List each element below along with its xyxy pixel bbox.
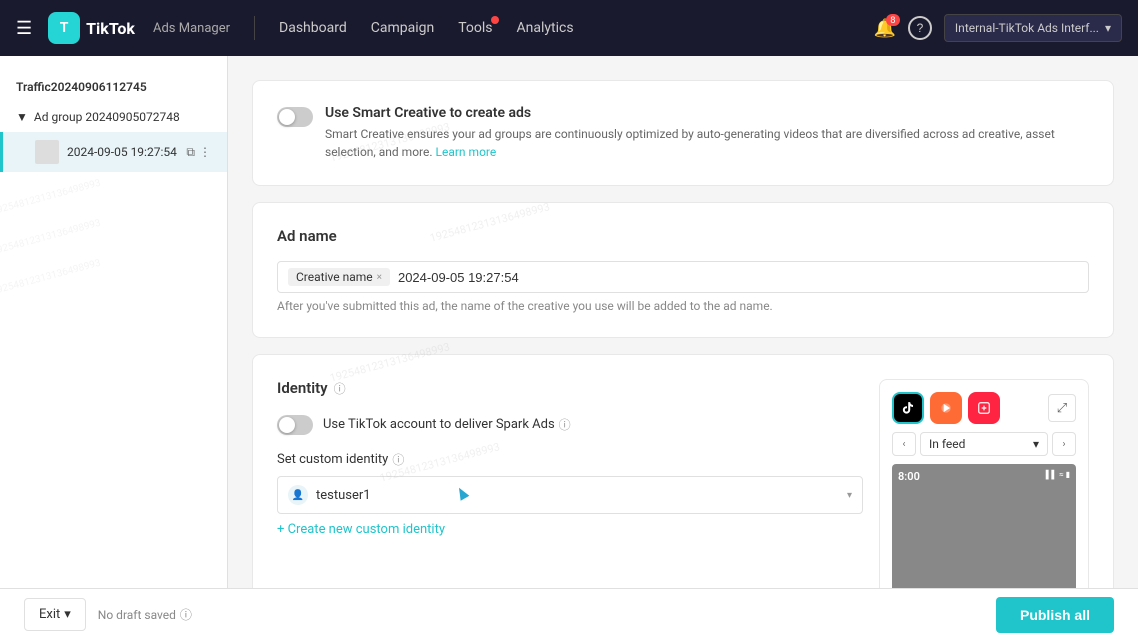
spark-ads-label: Use TikTok account to deliver Spark Ads … bbox=[323, 416, 571, 433]
account-label: Internal-TikTok Ads Interf... bbox=[955, 21, 1099, 35]
identity-info-icon[interactable]: ⓘ bbox=[334, 380, 346, 397]
collapse-icon: ▼ bbox=[16, 110, 28, 124]
preview-controls: ‹ In feed ▾ › bbox=[892, 432, 1076, 456]
preview-pangle-icon[interactable] bbox=[930, 392, 962, 424]
tiktok-logo-icon: T bbox=[48, 12, 80, 44]
battery-icon: ▮ bbox=[1066, 470, 1070, 479]
cursor-area bbox=[277, 537, 863, 557]
ad-label: 2024-09-05 19:27:54 bbox=[67, 145, 186, 159]
main-content: 19254812313136498993 1925481231313649899… bbox=[228, 56, 1138, 640]
app-subtitle: Ads Manager bbox=[153, 21, 230, 36]
spark-ads-row: Use TikTok account to deliver Spark Ads … bbox=[277, 413, 863, 435]
logo: T TikTok bbox=[48, 12, 135, 44]
preview-nav-left[interactable]: ‹ bbox=[892, 432, 916, 456]
spark-toggle-knob bbox=[279, 417, 295, 433]
dropdown-chevron-icon: ▾ bbox=[847, 490, 852, 501]
custom-identity-label-row: Set custom identity ⓘ bbox=[277, 451, 863, 468]
watermark-3: 19254812313136498993 bbox=[0, 258, 102, 298]
account-selector[interactable]: Internal-TikTok Ads Interf... ▾ bbox=[944, 14, 1122, 42]
ad-name-card: Ad name Creative name × After you've sub… bbox=[252, 202, 1114, 338]
exit-label: Exit bbox=[39, 607, 60, 622]
nav-dashboard[interactable]: Dashboard bbox=[279, 20, 347, 36]
preview-tiktok-icon[interactable] bbox=[892, 392, 924, 424]
campaign-label: Traffic20240906112745 bbox=[0, 72, 227, 102]
smart-creative-toggle[interactable] bbox=[277, 107, 313, 127]
preview-status-signals: ▌▌ ≈ ▮ bbox=[1046, 470, 1070, 479]
menu-icon[interactable]: ☰ bbox=[16, 18, 32, 39]
ad-name-field[interactable]: Creative name × bbox=[277, 261, 1089, 293]
notification-badge: 8 bbox=[886, 14, 900, 26]
adgroup-label[interactable]: ▼ Ad group 20240905072748 bbox=[0, 102, 227, 132]
signal-icon: ▌▌ bbox=[1046, 470, 1057, 479]
watermark-2: 19254812313136498993 bbox=[0, 218, 102, 258]
learn-more-link[interactable]: Learn more bbox=[436, 145, 497, 159]
identity-title: Identity bbox=[277, 379, 328, 397]
question-icon: ? bbox=[908, 16, 932, 40]
notifications-button[interactable]: 🔔 8 bbox=[874, 18, 896, 39]
exit-arrow-icon: ▾ bbox=[64, 607, 71, 622]
duplicate-icon[interactable]: ⧉ bbox=[186, 145, 195, 160]
preview-nav-right[interactable]: › bbox=[1052, 432, 1076, 456]
wifi-icon: ≈ bbox=[1059, 470, 1064, 479]
tools-notification-dot bbox=[491, 16, 499, 24]
nav-links: Dashboard Campaign Tools Analytics bbox=[279, 20, 857, 36]
main-layout: Traffic20240906112745 ▼ Ad group 2024090… bbox=[0, 56, 1138, 640]
smart-creative-title: Use Smart Creative to create ads bbox=[325, 105, 1089, 121]
preview-expand-button[interactable]: ⤢ bbox=[1048, 394, 1076, 422]
brand-name: TikTok bbox=[86, 19, 135, 38]
bottom-bar: Exit ▾ No draft saved ⓘ Publish all bbox=[0, 588, 1138, 640]
nav-campaign[interactable]: Campaign bbox=[371, 20, 434, 36]
ad-name-hint: After you've submitted this ad, the name… bbox=[277, 299, 1089, 313]
watermark-1: 19254812313136498993 bbox=[0, 178, 102, 218]
topnav: ☰ T TikTok Ads Manager Dashboard Campaig… bbox=[0, 0, 1138, 56]
smart-creative-card: Use Smart Creative to create ads Smart C… bbox=[252, 80, 1114, 186]
identity-title-row: Identity ⓘ bbox=[277, 379, 863, 397]
nav-analytics[interactable]: Analytics bbox=[517, 20, 574, 36]
smart-creative-row: Use Smart Creative to create ads Smart C… bbox=[277, 105, 1089, 161]
ad-action-icons: ⧉ ⋮ bbox=[186, 145, 211, 160]
smart-creative-description: Smart Creative ensures your ad groups ar… bbox=[325, 125, 1089, 161]
preview-platform-icons bbox=[892, 392, 1000, 424]
ad-name-title: Ad name bbox=[277, 227, 1089, 245]
custom-identity-info-icon[interactable]: ⓘ bbox=[392, 451, 404, 468]
create-identity-link[interactable]: + Create new custom identity bbox=[277, 522, 863, 537]
expand-icon: ⤢ bbox=[1057, 401, 1067, 416]
spark-ads-info-icon[interactable]: ⓘ bbox=[559, 416, 571, 433]
more-icon[interactable]: ⋮ bbox=[199, 145, 211, 160]
preview-header: ⤢ bbox=[892, 392, 1076, 424]
spark-ads-toggle[interactable] bbox=[277, 415, 313, 435]
draft-info-icon[interactable]: ⓘ bbox=[180, 606, 192, 623]
adgroup-name: Ad group 20240905072748 bbox=[34, 110, 180, 124]
identity-dropdown-label: testuser1 bbox=[316, 488, 839, 503]
help-button[interactable]: ? bbox=[908, 16, 932, 40]
tag-close-icon[interactable]: × bbox=[377, 272, 382, 283]
publish-all-button[interactable]: Publish all bbox=[996, 597, 1114, 633]
user-avatar-icon: 👤 bbox=[288, 485, 308, 505]
topnav-right: 🔔 8 ? Internal-TikTok Ads Interf... ▾ bbox=[874, 14, 1123, 42]
nav-tools[interactable]: Tools bbox=[458, 20, 492, 36]
preview-red-icon[interactable] bbox=[968, 392, 1000, 424]
creative-name-tag: Creative name × bbox=[288, 268, 390, 286]
draft-status: No draft saved ⓘ bbox=[98, 606, 192, 623]
ad-name-input[interactable] bbox=[398, 270, 1078, 285]
sidebar: Traffic20240906112745 ▼ Ad group 2024090… bbox=[0, 56, 228, 640]
ad-item[interactable]: 2024-09-05 19:27:54 ⧉ ⋮ bbox=[0, 132, 227, 172]
exit-button[interactable]: Exit ▾ bbox=[24, 598, 86, 631]
tag-label: Creative name bbox=[296, 270, 373, 284]
identity-dropdown[interactable]: 👤 testuser1 ▾ bbox=[277, 476, 863, 514]
smart-creative-text: Use Smart Creative to create ads Smart C… bbox=[325, 105, 1089, 161]
toggle-knob bbox=[279, 109, 295, 125]
preview-time: 8:00 bbox=[898, 470, 920, 483]
chevron-down-icon: ▾ bbox=[1105, 21, 1111, 35]
ad-thumbnail bbox=[35, 140, 59, 164]
preview-placement-selector[interactable]: In feed ▾ bbox=[920, 432, 1048, 456]
nav-divider bbox=[254, 16, 255, 40]
